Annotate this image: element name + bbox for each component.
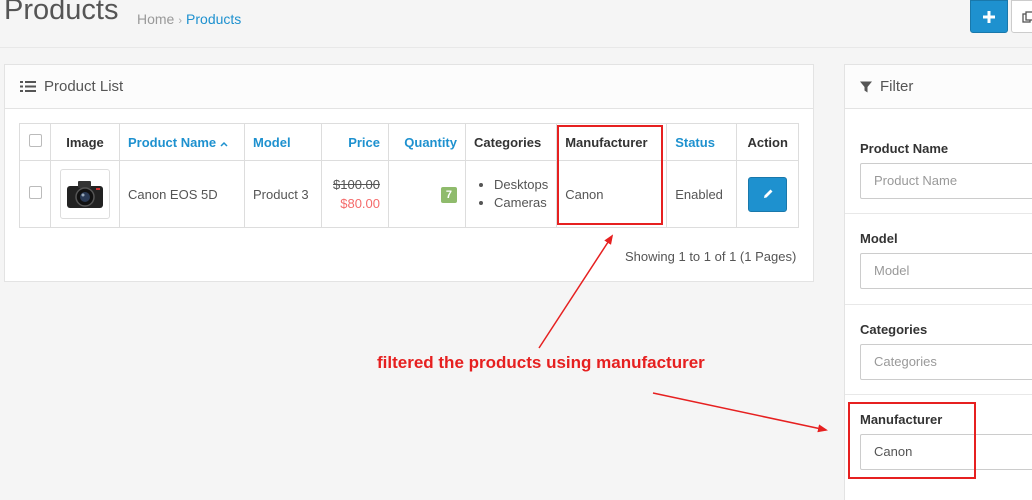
category-item: Cameras [494, 194, 548, 212]
column-price[interactable]: Price [321, 123, 389, 161]
filter-icon [860, 81, 872, 92]
select-all-checkbox[interactable] [28, 134, 42, 147]
annotation-text: filtered the products using manufacturer [377, 353, 705, 372]
filter-model-group: Model Model [860, 231, 1032, 289]
filter-title: Filter [880, 78, 914, 95]
product-model-cell: Product 3 [244, 160, 322, 228]
breadcrumb-separator: › [178, 15, 183, 27]
caret-up-icon [220, 141, 228, 147]
column-image: Image [50, 123, 120, 161]
table-row: Canon EOS 5D Product 3 $100.00 $80.00 7 … [19, 160, 800, 228]
product-list-heading: Product List [5, 65, 813, 109]
page-header: Products Home › Products [0, 0, 1032, 48]
column-quantity[interactable]: Quantity [388, 123, 466, 161]
product-name-cell: Canon EOS 5D [119, 160, 245, 228]
column-product-name-label: Product Name [128, 134, 217, 150]
filter-categories-input[interactable]: Categories [860, 344, 1032, 380]
copy-product-button[interactable] [1011, 0, 1032, 33]
filter-heading: Filter [845, 65, 1032, 109]
product-action-cell [736, 160, 800, 228]
column-product-name[interactable]: Product Name [119, 123, 245, 161]
manufacturer-column-highlight [557, 125, 663, 225]
filter-product-name-input[interactable]: Product Name [860, 163, 1032, 199]
quantity-badge: 7 [440, 186, 457, 203]
table-header-row: Image Product Name Model Price Quantity … [19, 123, 800, 161]
product-status-cell: Enabled [666, 160, 738, 228]
pencil-icon [763, 189, 773, 198]
add-product-button[interactable] [970, 0, 1008, 33]
product-table: Image Product Name Model Price Quantity … [19, 123, 800, 228]
product-price-cell: $100.00 $80.00 [321, 160, 389, 228]
pagination-results: Showing 1 to 1 of 1 (1 Pages) [625, 249, 797, 264]
category-item: Desktops [494, 176, 548, 194]
product-image-cell [50, 160, 120, 228]
filter-divider [845, 394, 1032, 395]
product-quantity-cell: 7 [388, 160, 466, 228]
price-old: $100.00 [333, 177, 380, 192]
filter-model-input[interactable]: Model [860, 253, 1032, 289]
column-model[interactable]: Model [244, 123, 322, 161]
filter-categories-label: Categories [860, 322, 928, 337]
camera-icon [67, 181, 103, 208]
edit-product-button[interactable] [748, 176, 788, 212]
product-categories-cell: Desktops Cameras [464, 160, 558, 228]
select-all-cell [19, 123, 51, 161]
list-icon [20, 81, 36, 92]
row-checkbox[interactable] [28, 186, 42, 199]
column-categories: Categories [464, 123, 558, 161]
arrow-to-manufacturer-filter [652, 392, 828, 433]
price-special: $80.00 [340, 196, 380, 211]
product-list-title: Product List [44, 78, 124, 95]
column-status[interactable]: Status [666, 123, 738, 161]
copy-icon [1022, 10, 1032, 23]
manufacturer-filter-highlight [848, 402, 976, 479]
column-action: Action [736, 123, 800, 161]
filter-product-name-group: Product Name Product Name [860, 141, 1032, 199]
breadcrumb: Home › Products [137, 11, 241, 27]
filter-divider [845, 213, 1032, 214]
plus-icon [983, 10, 995, 23]
row-select-cell [19, 160, 51, 228]
page-title: Products [4, 0, 119, 26]
filter-model-label: Model [860, 231, 898, 246]
category-list: Desktops Cameras [474, 176, 548, 212]
filter-product-name-label: Product Name [860, 141, 949, 156]
breadcrumb-home-link[interactable]: Home [137, 11, 174, 27]
filter-divider [845, 304, 1032, 305]
product-thumbnail[interactable] [60, 169, 110, 219]
breadcrumb-products-link[interactable]: Products [186, 11, 241, 27]
filter-categories-group: Categories Categories [860, 322, 1032, 380]
